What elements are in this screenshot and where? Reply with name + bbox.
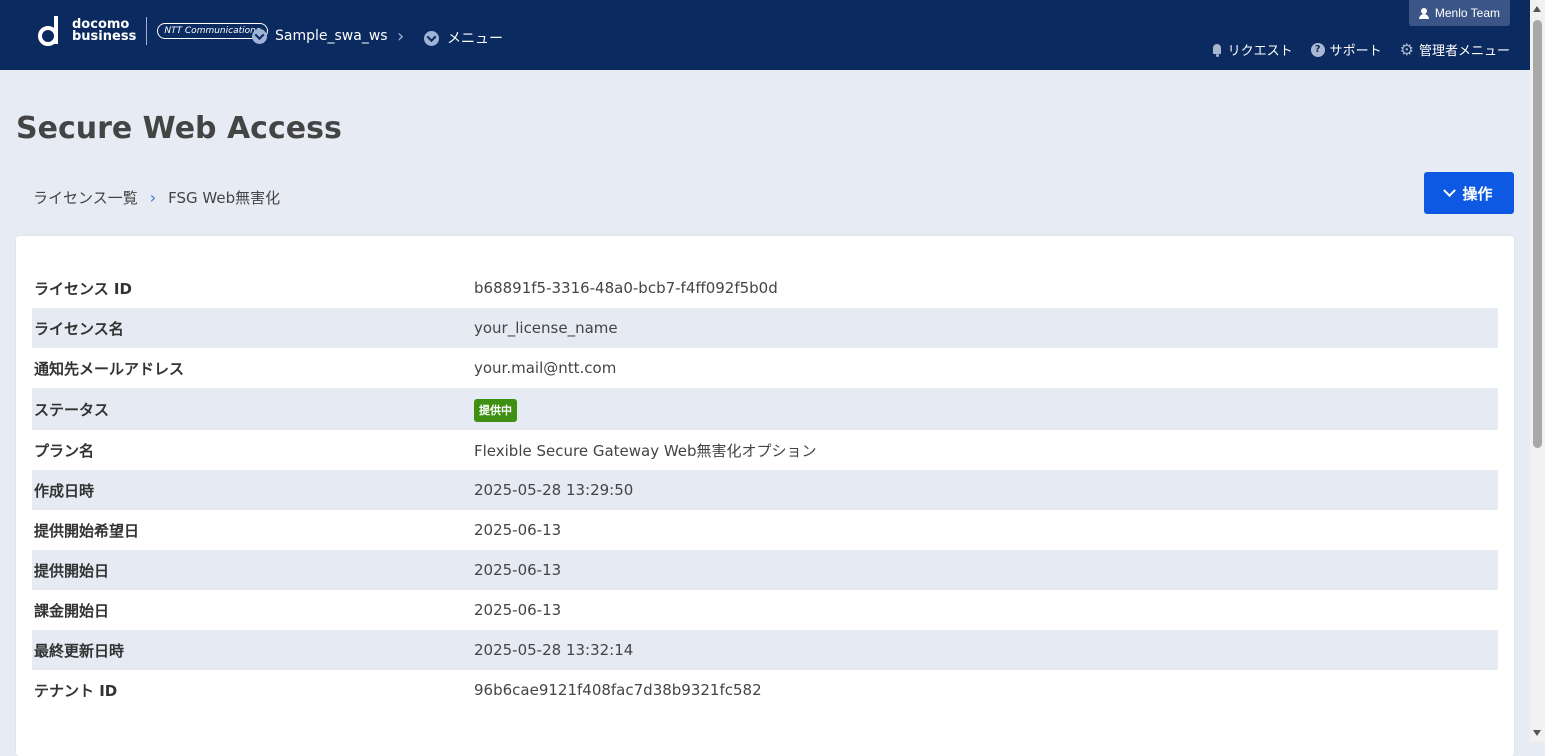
detail-label: 最終更新日時 — [34, 641, 125, 660]
status-badge: 提供中 — [474, 399, 517, 422]
page-title: Secure Web Access — [16, 111, 342, 146]
breadcrumb-current: FSG Web無害化 — [168, 189, 281, 207]
detail-label: 作成日時 — [34, 481, 95, 500]
detail-row-start-date: 提供開始日 2025-06-13 — [32, 550, 1498, 590]
nav-separator-icon: › — [397, 26, 405, 47]
support-label: サポート — [1329, 44, 1382, 59]
ntt-logo-text: NTT Communications — [164, 26, 261, 36]
gear-icon: ⚙ — [1399, 39, 1414, 59]
detail-value: your.mail@ntt.com — [474, 359, 617, 377]
detail-row-license-name: ライセンス名 your_license_name — [32, 308, 1498, 348]
chevron-down-icon — [252, 28, 267, 44]
docomo-business-logo[interactable]: docomo business NTT Communications — [38, 16, 268, 46]
detail-value: 提供中 — [474, 399, 517, 422]
operation-label: 操作 — [1462, 184, 1493, 203]
scroll-down-arrow-icon[interactable] — [1533, 730, 1541, 736]
chevron-down-icon — [424, 30, 439, 46]
scroll-up-arrow-icon[interactable] — [1533, 6, 1541, 12]
user-menu-button[interactable]: Menlo Team — [1408, 0, 1510, 26]
detail-value: 2025-06-13 — [474, 521, 562, 539]
top-header: docomo business NTT Communications Sampl… — [0, 0, 1530, 70]
detail-row-license-id: ライセンス ID b68891f5-3316-48a0-bcb7-f4ff092… — [32, 268, 1498, 308]
detail-label: プラン名 — [34, 441, 95, 460]
user-icon — [1418, 7, 1429, 19]
request-label: リクエスト — [1227, 44, 1293, 59]
detail-row-billing-start: 課金開始日 2025-06-13 — [32, 590, 1498, 630]
request-link[interactable]: リクエスト — [1211, 40, 1293, 59]
breadcrumb-separator-icon: › — [149, 188, 157, 207]
detail-row-updated-at: 最終更新日時 2025-05-28 13:32:14 — [32, 630, 1498, 670]
detail-label: 提供開始日 — [34, 561, 110, 580]
detail-label: ステータス — [34, 400, 110, 419]
vertical-scrollbar[interactable] — [1530, 0, 1545, 742]
detail-row-tenant-id: テナント ID 96b6cae9121f408fac7d38b9321fc582 — [32, 670, 1498, 710]
detail-row-plan-name: プラン名 Flexible Secure Gateway Web無害化オプション — [32, 430, 1498, 470]
detail-value: Flexible Secure Gateway Web無害化オプション — [474, 441, 817, 460]
detail-value: 2025-05-28 13:29:50 — [474, 481, 634, 499]
detail-label: 課金開始日 — [34, 601, 110, 620]
detail-value: 2025-06-13 — [474, 561, 562, 579]
operation-button[interactable]: 操作 — [1424, 172, 1514, 214]
menu-label: メニュー — [447, 31, 503, 47]
detail-label: ライセンス名 — [34, 319, 124, 338]
logo-business-text: business — [72, 29, 137, 44]
detail-value: 2025-05-28 13:32:14 — [474, 641, 634, 659]
detail-value: 96b6cae9121f408fac7d38b9321fc582 — [474, 681, 762, 699]
scroll-thumb[interactable] — [1533, 20, 1542, 448]
bell-icon — [1211, 43, 1223, 57]
detail-label: 提供開始希望日 — [34, 521, 140, 540]
detail-row-desired-start: 提供開始希望日 2025-06-13 — [32, 510, 1498, 550]
logo-text: docomo business — [72, 18, 137, 44]
admin-menu-label: 管理者メニュー — [1418, 44, 1510, 59]
detail-row-created-at: 作成日時 2025-05-28 13:29:50 — [32, 470, 1498, 510]
detail-value: your_license_name — [474, 319, 618, 337]
docomo-d-icon — [38, 16, 62, 46]
header-links: リクエスト ? サポート ⚙ 管理者メニュー — [1211, 40, 1510, 59]
logo-separator — [146, 17, 148, 45]
detail-value: 2025-06-13 — [474, 601, 562, 619]
workspace-selector[interactable]: Sample_swa_ws — [252, 28, 388, 44]
detail-row-status: ステータス 提供中 — [32, 388, 1498, 430]
detail-value: b68891f5-3316-48a0-bcb7-f4ff092f5b0d — [474, 279, 778, 297]
detail-label: ライセンス ID — [34, 279, 132, 298]
breadcrumb: ライセンス一覧 › FSG Web無害化 — [33, 187, 280, 208]
detail-label: テナント ID — [34, 681, 118, 700]
chevron-down-icon — [1443, 183, 1457, 197]
admin-menu-link[interactable]: ⚙ 管理者メニュー — [1400, 40, 1510, 59]
support-link[interactable]: ? サポート — [1310, 40, 1382, 59]
user-name: Menlo Team — [1434, 6, 1500, 20]
ntt-communications-logo: NTT Communications — [157, 23, 268, 39]
menu-selector[interactable]: メニュー — [424, 28, 503, 48]
breadcrumb-license-list[interactable]: ライセンス一覧 — [33, 187, 138, 208]
workspace-name: Sample_swa_ws — [275, 28, 388, 44]
license-detail-card: ライセンス ID b68891f5-3316-48a0-bcb7-f4ff092… — [16, 236, 1514, 756]
detail-label: 通知先メールアドレス — [34, 359, 185, 378]
detail-row-notify-email: 通知先メールアドレス your.mail@ntt.com — [32, 348, 1498, 388]
question-icon: ? — [1310, 42, 1325, 57]
